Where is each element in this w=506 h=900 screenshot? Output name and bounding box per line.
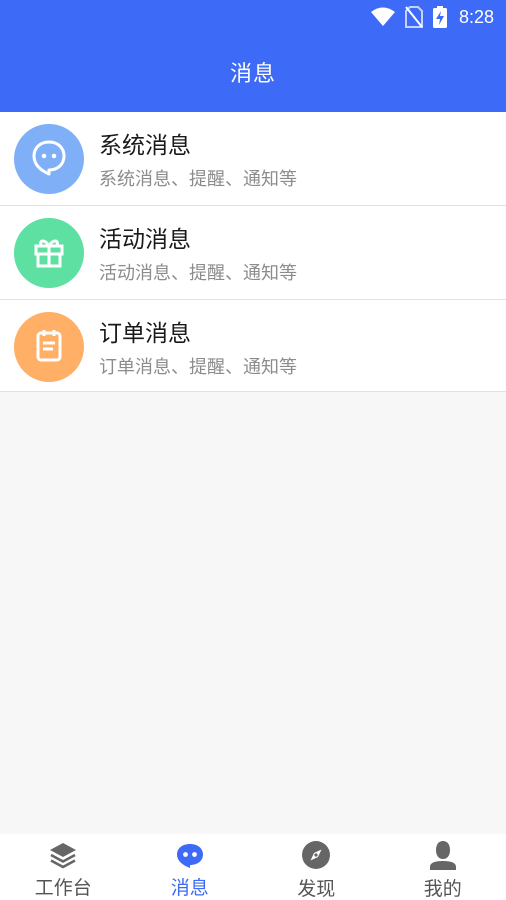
status-bar: 8:28 [0, 0, 506, 34]
tab-label: 工作台 [34, 877, 92, 899]
avatar [14, 124, 84, 194]
page-title: 消息 [229, 62, 276, 87]
compass-icon [301, 840, 331, 870]
item-title: 活动消息 [99, 227, 191, 253]
tab-messages[interactable]: 消息 [127, 834, 254, 900]
avatar [14, 312, 84, 382]
tab-label: 我的 [423, 878, 462, 900]
battery-charging-icon [432, 6, 447, 28]
bottom-tab-bar: 工作台 消息 发现 我的 [0, 834, 506, 900]
item-description: 系统消息、提醒、通知等 [99, 169, 297, 190]
tab-profile[interactable]: 我的 [380, 834, 506, 900]
unread-indicator [76, 126, 80, 134]
unread-indicator [76, 314, 80, 322]
message-list: 系统消息 系统消息、提醒、通知等 活动消息 活动消息、提醒、通知等 订单消息 订… [0, 112, 506, 392]
chat-bubble-icon [29, 137, 69, 181]
tab-label: 发现 [297, 878, 336, 900]
item-title: 系统消息 [99, 133, 191, 159]
item-title: 订单消息 [99, 321, 191, 347]
tab-workbench[interactable]: 工作台 [0, 834, 127, 900]
list-item-activity-messages[interactable]: 活动消息 活动消息、提醒、通知等 [0, 206, 506, 300]
tab-label: 消息 [170, 877, 209, 899]
wifi-icon [370, 7, 395, 27]
item-description: 订单消息、提醒、通知等 [99, 357, 297, 378]
tab-discover[interactable]: 发现 [253, 834, 380, 900]
list-item-order-messages[interactable]: 订单消息 订单消息、提醒、通知等 [0, 300, 506, 392]
layers-icon [48, 840, 78, 869]
message-icon [175, 840, 205, 869]
gift-icon [29, 231, 69, 275]
avatar [14, 218, 84, 288]
clipboard-icon [29, 325, 69, 369]
list-item-system-messages[interactable]: 系统消息 系统消息、提醒、通知等 [0, 112, 506, 206]
status-time: 8:28 [458, 6, 494, 27]
user-icon [428, 840, 458, 870]
item-description: 活动消息、提醒、通知等 [99, 263, 297, 284]
header-bar: 8:28 消息 [0, 0, 506, 112]
no-sim-icon [404, 6, 423, 28]
unread-indicator [76, 220, 80, 228]
